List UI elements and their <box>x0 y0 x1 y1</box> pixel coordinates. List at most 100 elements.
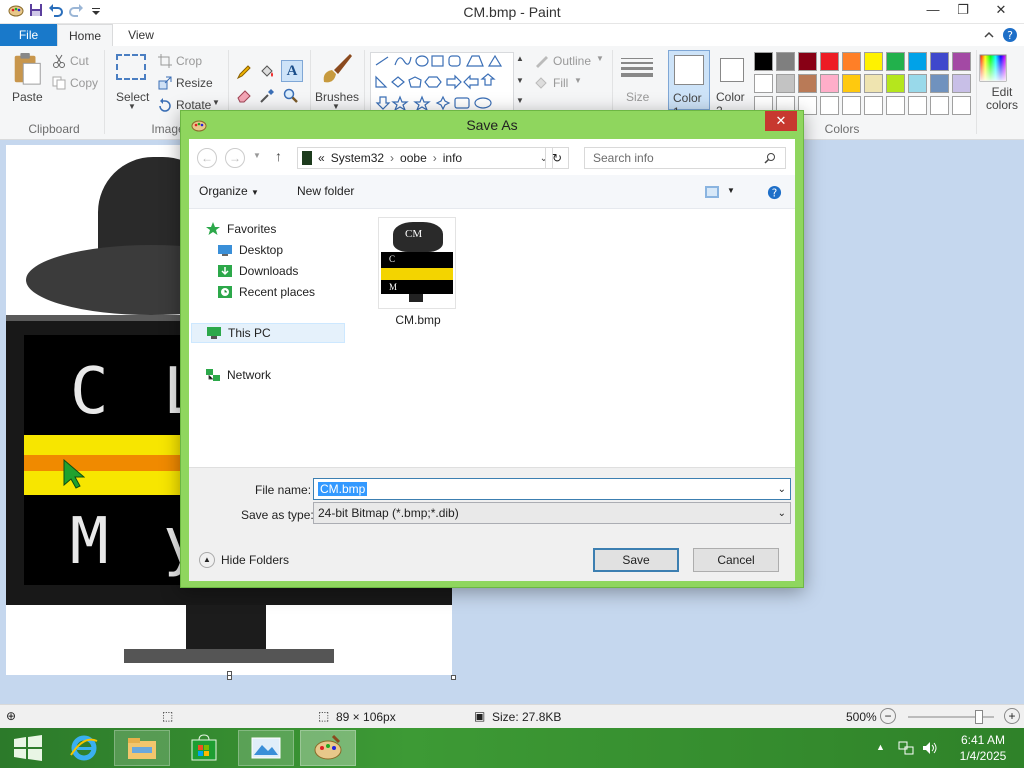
save-button[interactable]: Save <box>593 548 679 572</box>
color-swatch[interactable] <box>842 74 861 93</box>
file-item[interactable]: CM C M CM.bmp <box>373 217 456 333</box>
refresh-button[interactable]: ↻ <box>545 147 569 169</box>
color-swatch[interactable] <box>952 96 971 115</box>
color2-button[interactable]: Color 2 <box>712 50 752 118</box>
color-swatch[interactable] <box>952 52 971 71</box>
help-icon[interactable]: ? <box>1002 27 1018 43</box>
dialog-help-icon[interactable]: ? <box>767 185 782 200</box>
dialog-close-button[interactable]: ✕ <box>765 111 797 131</box>
size-button[interactable]: Size <box>616 52 656 116</box>
color-picker-icon[interactable] <box>259 88 275 104</box>
edit-colors-button[interactable]: Edit colors <box>978 54 1022 120</box>
color-swatch[interactable] <box>842 96 861 115</box>
color-swatch[interactable] <box>776 52 795 71</box>
new-folder-button[interactable]: New folder <box>297 184 354 198</box>
nav-this-pc[interactable]: This PC <box>191 323 345 343</box>
nav-desktop[interactable]: Desktop <box>217 240 283 260</box>
color-swatch[interactable] <box>820 74 839 93</box>
minimize-button[interactable]: — <box>918 0 948 22</box>
zoom-out-button[interactable]: − <box>880 708 896 724</box>
color-swatch[interactable] <box>908 96 927 115</box>
resize-handle-right[interactable] <box>227 675 232 680</box>
brushes-button[interactable]: Brushes ▼ <box>314 52 360 116</box>
breadcrumb-info[interactable]: info <box>443 151 462 165</box>
view-options-icon[interactable] <box>705 186 719 198</box>
color-swatch[interactable] <box>864 74 883 93</box>
crop-button[interactable]: Crop <box>176 54 202 68</box>
color-swatch[interactable] <box>886 52 905 71</box>
color-swatch[interactable] <box>952 74 971 93</box>
resize-handle-corner[interactable] <box>451 675 456 680</box>
zoom-in-button[interactable]: + <box>1004 708 1020 724</box>
file-tab[interactable]: File <box>0 24 57 46</box>
save-type-select[interactable]: 24-bit Bitmap (*.bmp;*.dib) ⌄ <box>313 502 791 524</box>
text-tool-icon[interactable]: A <box>281 60 303 82</box>
nav-favorites[interactable]: Favorites <box>205 219 276 239</box>
color-swatch[interactable] <box>820 52 839 71</box>
color-swatch[interactable] <box>864 52 883 71</box>
forward-button[interactable]: → <box>225 148 245 168</box>
fill-button[interactable]: Fill <box>553 76 568 90</box>
color-swatch[interactable] <box>864 96 883 115</box>
color-swatch[interactable] <box>930 74 949 93</box>
file-name-input[interactable]: CM.bmp ⌄ <box>313 478 791 500</box>
taskbar-file-explorer[interactable] <box>114 730 170 766</box>
chevron-right-icon[interactable]: › <box>433 151 437 165</box>
eraser-icon[interactable] <box>236 88 252 104</box>
fill-bucket-icon[interactable] <box>259 64 275 80</box>
nav-downloads[interactable]: Downloads <box>217 261 298 281</box>
shapes-scroll-down-icon[interactable]: ▼ <box>516 76 524 85</box>
color-swatch[interactable] <box>820 96 839 115</box>
taskbar-paint[interactable] <box>300 730 356 766</box>
taskbar-photos[interactable] <box>238 730 294 766</box>
back-button[interactable]: ← <box>197 148 217 168</box>
up-button[interactable]: ↑ <box>275 148 282 164</box>
clock-time[interactable]: 6:41 AM <box>952 733 1014 747</box>
tab-view[interactable]: View <box>116 24 166 46</box>
search-input[interactable]: Search info <box>584 147 786 169</box>
restore-button[interactable]: ❐ <box>948 0 978 22</box>
breadcrumb-oobe[interactable]: oobe <box>400 151 427 165</box>
breadcrumb-overflow[interactable]: « <box>318 151 325 165</box>
shapes-gallery[interactable] <box>370 52 514 112</box>
color-swatch[interactable] <box>930 96 949 115</box>
chevron-right-icon[interactable]: › <box>390 151 394 165</box>
color-swatch[interactable] <box>798 74 817 93</box>
view-dropdown-icon[interactable]: ▼ <box>727 186 735 195</box>
select-button[interactable]: Select ▼ <box>112 54 152 114</box>
color1-button[interactable]: Color 1 <box>668 50 710 119</box>
network-tray-icon[interactable] <box>898 740 914 756</box>
color-swatch[interactable] <box>886 96 905 115</box>
copy-button[interactable]: Copy <box>70 76 98 90</box>
cancel-button[interactable]: Cancel <box>693 548 779 572</box>
magnifier-icon[interactable] <box>283 88 299 104</box>
breadcrumb[interactable]: « System32 › oobe › info ⌄ <box>297 147 553 169</box>
shapes-scroll-up-icon[interactable]: ▲ <box>516 54 524 63</box>
color-swatch[interactable] <box>798 52 817 71</box>
zoom-slider-thumb[interactable] <box>974 710 983 724</box>
clock-date[interactable]: 1/4/2025 <box>952 749 1014 763</box>
color-swatch[interactable] <box>886 74 905 93</box>
hide-folders-button[interactable]: ▲ Hide Folders <box>199 552 289 568</box>
color-swatch[interactable] <box>754 74 773 93</box>
collapse-ribbon-icon[interactable] <box>982 28 996 42</box>
close-button[interactable]: ✕ <box>978 0 1024 22</box>
show-hidden-icons[interactable]: ▲ <box>876 742 885 752</box>
recent-locations-icon[interactable]: ▼ <box>253 151 261 160</box>
nav-recent-places[interactable]: Recent places <box>217 282 315 302</box>
shapes-expand-icon[interactable]: ▼ <box>516 96 524 105</box>
file-name-dropdown-icon[interactable]: ⌄ <box>778 484 786 495</box>
breadcrumb-system32[interactable]: System32 <box>331 151 384 165</box>
paste-button[interactable]: Paste <box>8 52 46 110</box>
cut-button[interactable]: Cut <box>70 54 89 68</box>
color-swatch[interactable] <box>908 74 927 93</box>
tab-home[interactable]: Home <box>57 24 113 46</box>
pencil-icon[interactable] <box>236 64 252 80</box>
color-swatch[interactable] <box>908 52 927 71</box>
zoom-slider[interactable] <box>908 710 994 724</box>
volume-icon[interactable] <box>922 740 938 756</box>
outline-button[interactable]: Outline <box>553 54 591 68</box>
color-swatch[interactable] <box>754 52 773 71</box>
start-button[interactable] <box>0 730 56 766</box>
taskbar-store[interactable] <box>176 730 232 766</box>
